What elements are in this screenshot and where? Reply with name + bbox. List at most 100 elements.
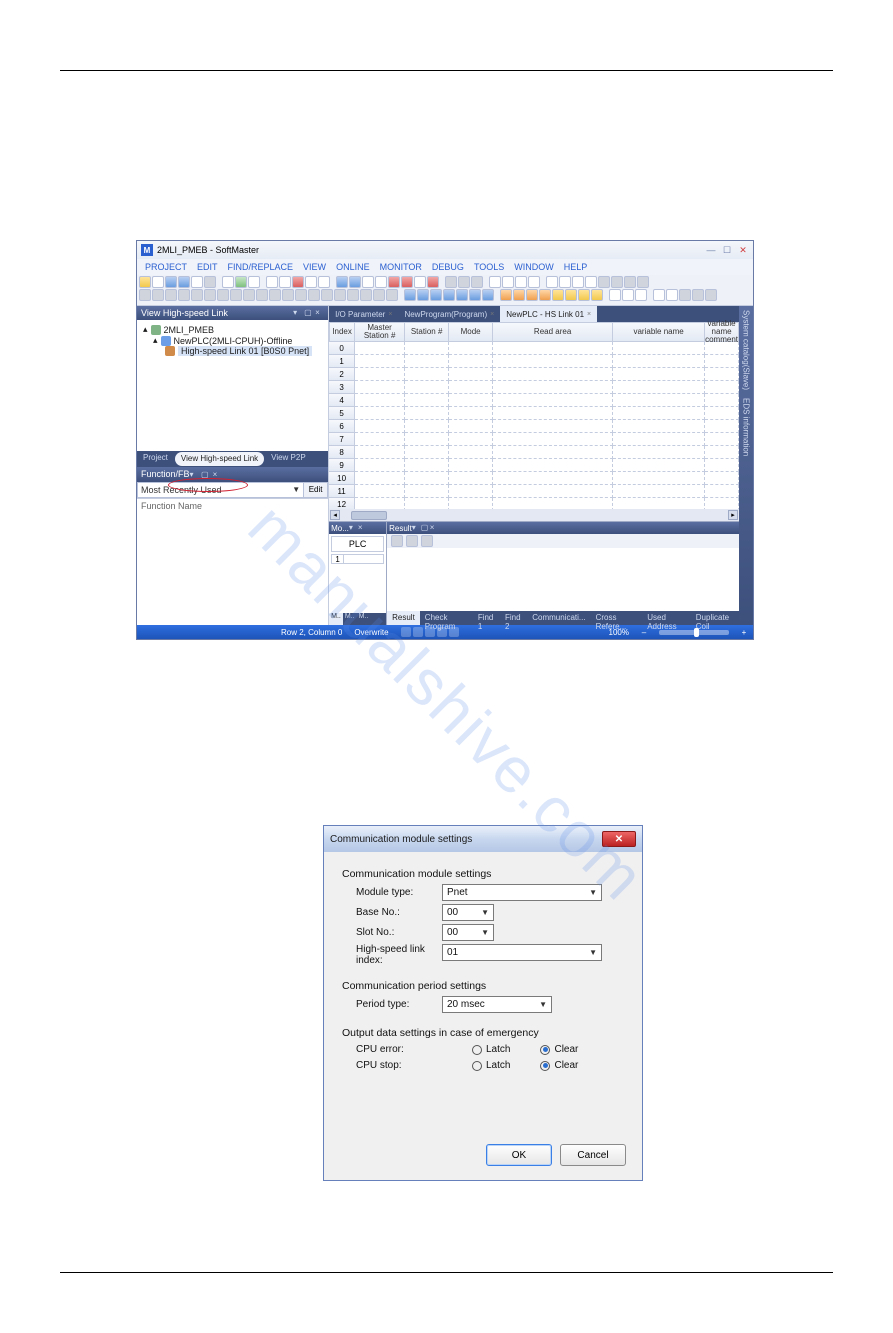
toolbar-icon[interactable] xyxy=(552,289,564,301)
table-row[interactable]: 4 xyxy=(329,394,739,407)
grid-cell[interactable] xyxy=(613,394,705,407)
menu-window[interactable]: WINDOW xyxy=(510,261,558,273)
table-row[interactable]: 12 xyxy=(329,498,739,509)
grid-cell[interactable] xyxy=(613,459,705,472)
grid-cell[interactable] xyxy=(355,394,405,407)
grid-cell[interactable] xyxy=(493,368,613,381)
table-row[interactable]: 8 xyxy=(329,446,739,459)
grid-cell[interactable] xyxy=(449,446,493,459)
toolbar-icon[interactable] xyxy=(445,276,457,288)
grid-cell[interactable] xyxy=(613,485,705,498)
grid-cell[interactable] xyxy=(705,355,739,368)
grid-cell[interactable] xyxy=(705,420,739,433)
grid-cell[interactable] xyxy=(493,485,613,498)
grid-cell[interactable] xyxy=(355,368,405,381)
res-tab-find2[interactable]: Find 2 xyxy=(500,611,527,625)
pin-icon[interactable]: ▢ xyxy=(421,524,430,533)
grid-cell[interactable] xyxy=(449,368,493,381)
toolbar-icon[interactable] xyxy=(388,276,400,288)
close-icon[interactable]: × xyxy=(587,311,591,318)
res-tab-check[interactable]: Check Program xyxy=(420,611,473,625)
table-row[interactable]: 0 xyxy=(329,342,739,355)
status-icon[interactable] xyxy=(413,627,423,637)
toolbar-icon[interactable] xyxy=(705,289,717,301)
grid-cell[interactable] xyxy=(613,381,705,394)
close-icon[interactable]: × xyxy=(388,311,392,318)
cancel-button[interactable]: Cancel xyxy=(560,1144,626,1166)
toolbar-icon[interactable] xyxy=(513,289,525,301)
grid-cell[interactable] xyxy=(705,459,739,472)
toolbar-icon[interactable] xyxy=(637,276,649,288)
grid-cell[interactable] xyxy=(449,498,493,509)
grid-cell[interactable] xyxy=(405,355,449,368)
grid-cell[interactable] xyxy=(705,381,739,394)
toolbar-icon[interactable] xyxy=(456,289,468,301)
toolbar-icon[interactable] xyxy=(515,276,527,288)
toolbar-icon[interactable] xyxy=(598,276,610,288)
toolbar-icon[interactable] xyxy=(256,289,268,301)
tab-io-parameter[interactable]: I/O Parameter× xyxy=(329,306,398,322)
grid-cell[interactable] xyxy=(493,355,613,368)
menu-tools[interactable]: TOOLS xyxy=(470,261,508,273)
toolbar-icon[interactable] xyxy=(334,289,346,301)
grid-cell[interactable] xyxy=(613,420,705,433)
toolbar-icon[interactable] xyxy=(679,289,691,301)
ok-button[interactable]: OK xyxy=(486,1144,552,1166)
grid-header-varname[interactable]: variable name xyxy=(613,322,705,342)
options-icon[interactable]: ▾ xyxy=(349,524,358,533)
func-combo[interactable]: Most Recently Used ▼ xyxy=(137,482,304,498)
toolbar-icon[interactable] xyxy=(248,276,260,288)
combo-slot-no[interactable]: 00 ▼ xyxy=(442,924,494,941)
tab-project[interactable]: Project xyxy=(137,451,174,467)
grid-header-varcomment[interactable]: variable name comment xyxy=(705,322,739,342)
close-icon[interactable]: × xyxy=(490,311,494,318)
menu-project[interactable]: PROJECT xyxy=(141,261,191,273)
radio-cpu-stop-clear[interactable]: Clear xyxy=(540,1060,578,1071)
grid-cell[interactable] xyxy=(405,472,449,485)
toolbar-icon[interactable] xyxy=(692,289,704,301)
toolbar-icon[interactable] xyxy=(609,289,621,301)
radio-cpu-stop-latch[interactable]: Latch xyxy=(472,1060,510,1071)
table-row[interactable]: 3 xyxy=(329,381,739,394)
toolbar-icon[interactable] xyxy=(391,535,403,547)
grid-cell[interactable] xyxy=(705,342,739,355)
grid-cell[interactable] xyxy=(613,342,705,355)
toolbar-icon[interactable] xyxy=(528,276,540,288)
grid-cell[interactable] xyxy=(449,407,493,420)
tree-root[interactable]: ▴ 2MLI_PMEB xyxy=(143,324,322,335)
grid-cell[interactable] xyxy=(493,394,613,407)
grid-cell[interactable] xyxy=(355,446,405,459)
toolbar-icon[interactable] xyxy=(471,276,483,288)
options-icon[interactable]: ▾ xyxy=(293,309,302,318)
grid-cell[interactable] xyxy=(405,433,449,446)
tab-hs-link-01[interactable]: NewPLC - HS Link 01× xyxy=(500,306,597,322)
grid-cell[interactable] xyxy=(613,368,705,381)
grid-cell[interactable] xyxy=(613,433,705,446)
toolbar-icon[interactable] xyxy=(347,289,359,301)
find-icon[interactable] xyxy=(559,276,571,288)
grid-cell[interactable] xyxy=(705,446,739,459)
res-tab-used[interactable]: Used Address xyxy=(642,611,691,625)
grid-cell[interactable] xyxy=(449,381,493,394)
table-row[interactable]: 10 xyxy=(329,472,739,485)
toolbar-icon[interactable] xyxy=(282,289,294,301)
toolbar-icon[interactable] xyxy=(622,289,634,301)
grid-cell[interactable] xyxy=(405,498,449,509)
grid-cell[interactable] xyxy=(355,355,405,368)
grid-cell[interactable] xyxy=(405,381,449,394)
radio-cpu-error-latch[interactable]: Latch xyxy=(472,1044,510,1055)
grid-cell[interactable] xyxy=(613,355,705,368)
toolbar-icon[interactable] xyxy=(624,276,636,288)
grid-cell[interactable] xyxy=(449,459,493,472)
toolbar-icon[interactable] xyxy=(222,276,234,288)
zoom-plus-button[interactable]: + xyxy=(741,628,747,637)
maximize-button[interactable]: ☐ xyxy=(721,244,733,256)
zoom-slider[interactable] xyxy=(659,630,729,635)
close-icon[interactable]: × xyxy=(315,309,324,318)
grid-cell[interactable] xyxy=(613,407,705,420)
combo-base-no[interactable]: 00 ▼ xyxy=(442,904,494,921)
tab-newprogram[interactable]: NewProgram(Program)× xyxy=(398,306,500,322)
toolbar-icon[interactable] xyxy=(191,276,203,288)
scroll-left-icon[interactable]: ◂ xyxy=(330,510,340,520)
toolbar-icon[interactable] xyxy=(295,289,307,301)
